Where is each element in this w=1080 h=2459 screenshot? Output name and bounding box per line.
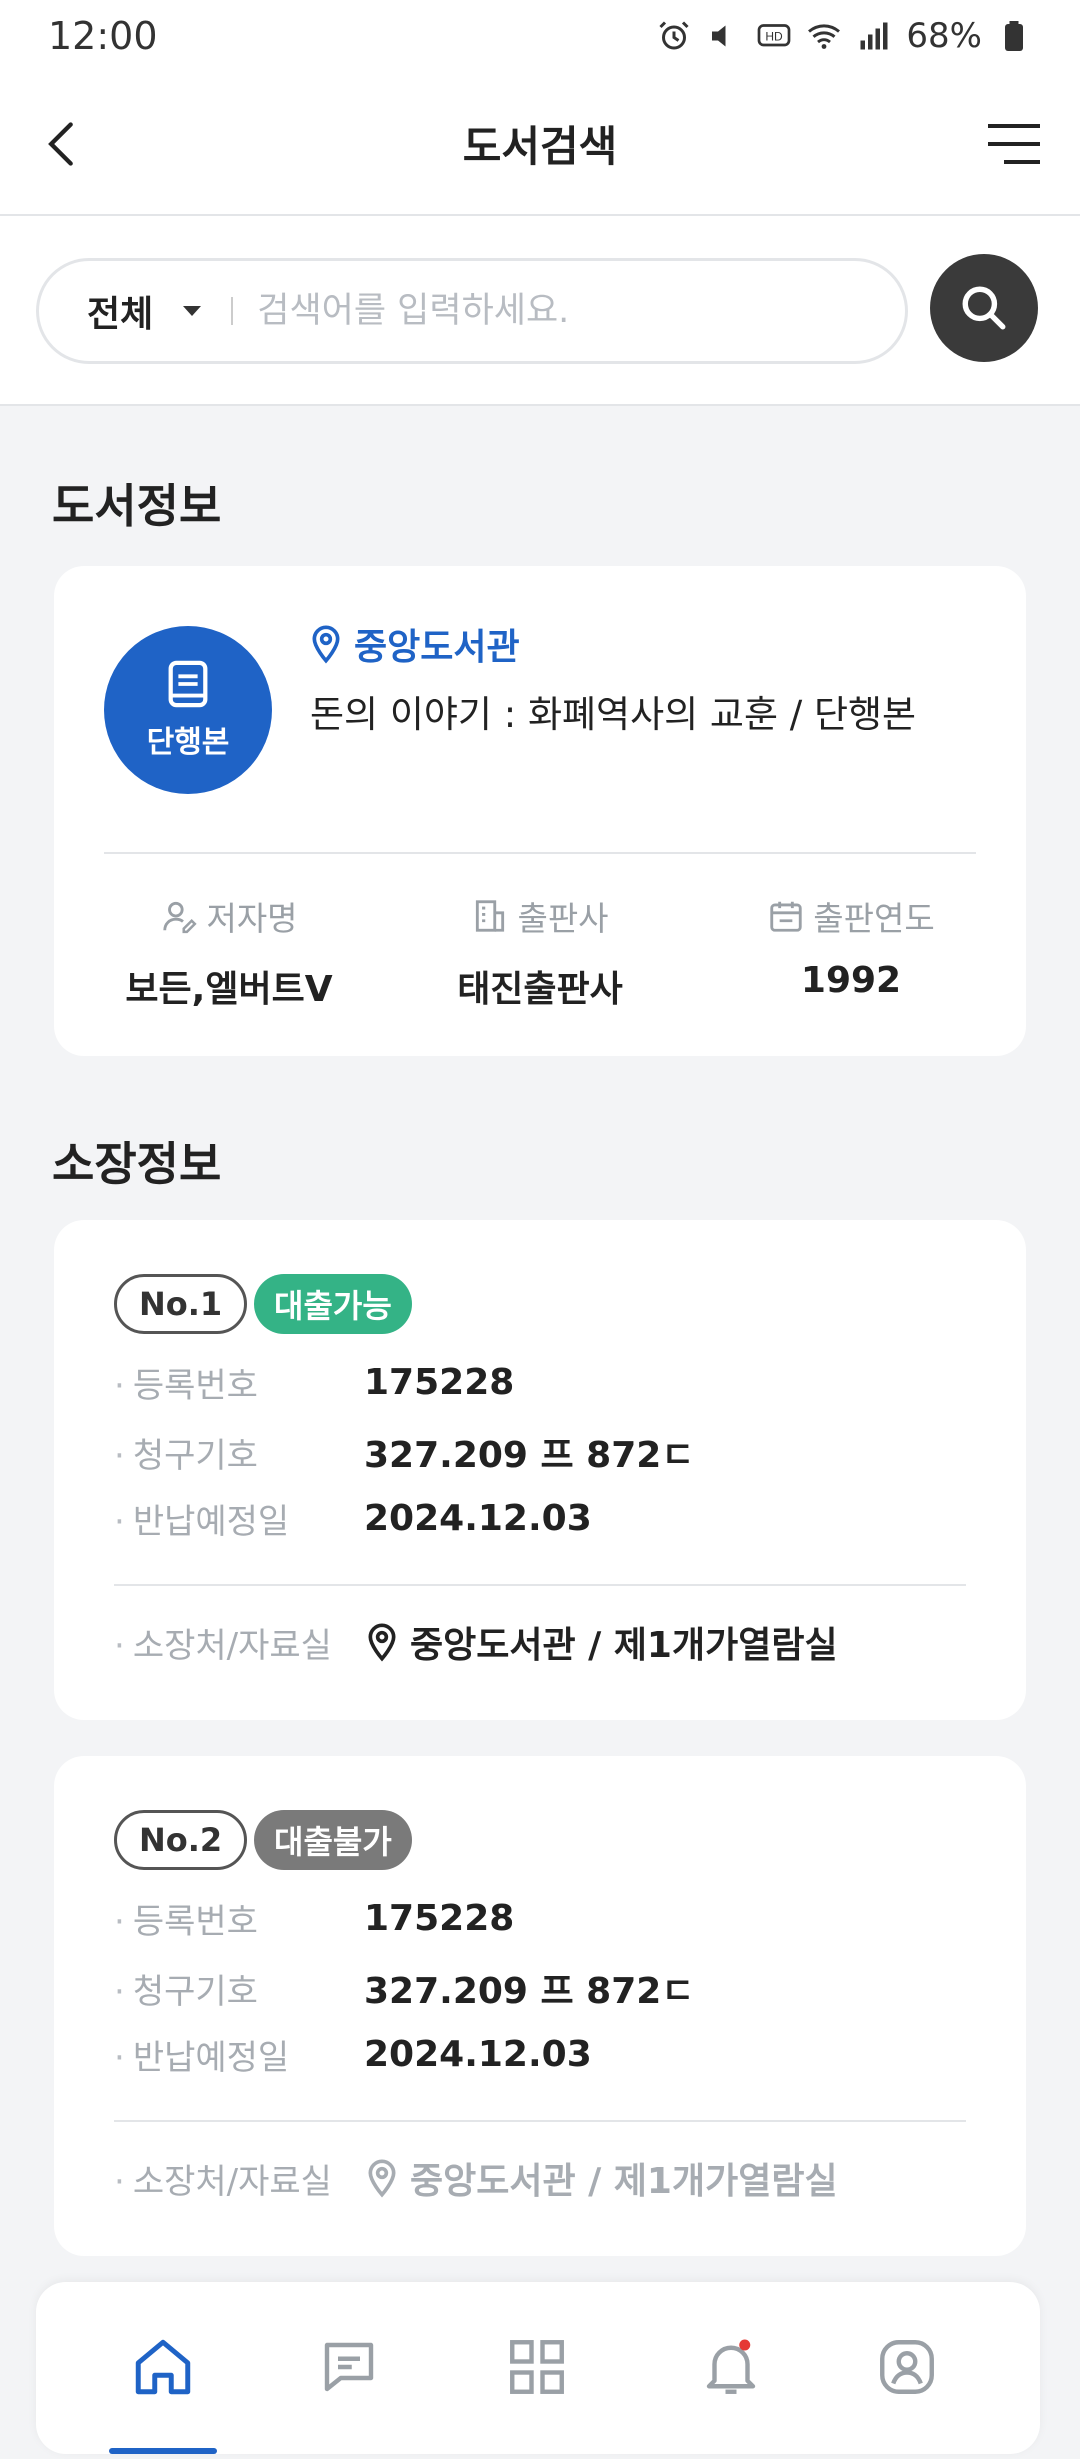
mute-icon [712, 25, 726, 47]
wifi-icon [808, 24, 841, 49]
battery-percent: 68% [906, 16, 982, 56]
location-row: 소장처/자료실 중앙도서관 / 제1개가열람실 [114, 1616, 838, 1668]
library-label: 중앙도서관 [354, 627, 520, 668]
holding-card-1: No.1 대출가능 등록번호 175228 청구기호 327.209 프 872… [54, 1220, 1026, 1720]
nav-notifications[interactable] [686, 2322, 776, 2412]
due-date-value: 2024.12.03 [364, 1498, 592, 1539]
loan-status-badge: 대출가능 [254, 1274, 412, 1334]
search-area: 전체 [0, 216, 1080, 406]
status-icons: HD 68% [656, 16, 1032, 56]
library-name: 중앙도서관 [308, 618, 520, 670]
search-divider [231, 297, 234, 325]
call-number-value: 327.209 프 872ㄷ [364, 1971, 695, 2012]
holding-number: No.1 [114, 1274, 248, 1334]
scope-select-value: 전체 [87, 294, 154, 335]
scope-select[interactable]: 전체 [87, 285, 202, 337]
battery-icon [1005, 21, 1023, 51]
due-date-value: 2024.12.03 [364, 2034, 592, 2075]
location-value: 중앙도서관 / 제1개가열람실 [364, 1616, 838, 1668]
location-label: 소장처/자료실 [114, 1618, 364, 1667]
page-title: 도서검색 [462, 121, 618, 171]
reg-number-row: 등록번호 175228 [114, 1358, 514, 1407]
author-label-row: 저자명 [84, 892, 374, 940]
due-date-row: 반납예정일 2024.12.03 [114, 2030, 592, 2079]
reg-number-value: 175228 [364, 1898, 515, 1939]
person-icon [163, 901, 198, 934]
publisher-field: 출판사 태진출판사 [395, 892, 685, 1012]
due-date-row: 반납예정일 2024.12.03 [114, 1494, 592, 1543]
back-button[interactable] [36, 118, 88, 170]
location-pin-icon [312, 625, 340, 664]
loan-status-badge: 대출불가 [254, 1810, 412, 1870]
book-info-card: 단행본 중앙도서관 돈의 이야기 : 화폐역사의 교훈 / 단행본 저자명 보든… [54, 566, 1026, 1056]
year-field: 출판연도 1992 [706, 892, 996, 1001]
publisher-label: 출판사 [517, 899, 609, 938]
search-input[interactable] [257, 291, 905, 331]
menu-button[interactable] [984, 120, 1044, 168]
call-number-row: 청구기호 327.209 프 872ㄷ [114, 1426, 695, 1478]
reg-number-label: 등록번호 [114, 1358, 364, 1407]
location-pin-icon [368, 2159, 396, 2198]
holding-card-2: No.2 대출불가 등록번호 175228 청구기호 327.209 프 872… [54, 1756, 1026, 2256]
nav-menu-grid[interactable] [492, 2322, 582, 2412]
search-button[interactable] [930, 254, 1038, 362]
author-value: 보든,엘버트V [125, 969, 333, 1010]
location-label: 소장처/자료실 [114, 2154, 364, 2203]
call-number-label: 청구기호 [114, 1964, 364, 2013]
card-divider [104, 852, 976, 854]
search-icon [962, 286, 1006, 330]
caret-down-icon [183, 306, 202, 316]
search-box: 전체 [36, 258, 908, 364]
book-type-label: 단행본 [146, 725, 230, 760]
call-number-label: 청구기호 [114, 1428, 364, 1477]
year-label: 출판연도 [813, 899, 935, 938]
nav-chat[interactable] [304, 2322, 394, 2412]
svg-text:HD: HD [766, 30, 784, 44]
reg-number-row: 등록번호 175228 [114, 1894, 514, 1943]
book-icon [168, 660, 208, 708]
year-value: 1992 [800, 960, 902, 1001]
nav-profile[interactable] [862, 2322, 952, 2412]
reg-number-value: 175228 [364, 1362, 515, 1403]
home-icon [135, 2339, 191, 2395]
call-number-row: 청구기호 327.209 프 872ㄷ [114, 1962, 695, 2014]
book-info-title: 도서정보 [52, 479, 222, 533]
publisher-label-row: 출판사 [395, 892, 685, 940]
year-label-row: 출판연도 [706, 892, 996, 940]
author-label: 저자명 [206, 899, 298, 938]
hd-icon: HD [758, 24, 791, 47]
location-text: 중앙도서관 / 제1개가열람실 [410, 2161, 838, 2202]
app-header: 도서검색 [0, 72, 1080, 216]
reg-number-label: 등록번호 [114, 1894, 364, 1943]
due-date-label: 반납예정일 [114, 1494, 364, 1543]
status-time: 12:00 [48, 14, 158, 58]
location-row: 소장처/자료실 중앙도서관 / 제1개가열람실 [114, 2152, 838, 2204]
holding-info-title: 소장정보 [52, 1137, 222, 1191]
nav-home[interactable] [118, 2322, 208, 2412]
alarm-icon [659, 21, 689, 50]
building-icon [476, 900, 505, 932]
grid-icon [510, 2340, 564, 2394]
profile-icon [880, 2340, 934, 2394]
card-divider [114, 1584, 966, 1586]
chat-icon [324, 2342, 374, 2392]
calendar-icon [770, 901, 802, 932]
author-field: 저자명 보든,엘버트V [84, 892, 374, 1012]
location-value: 중앙도서관 / 제1개가열람실 [364, 2152, 838, 2204]
status-bar: 12:00 HD 68% [0, 0, 1080, 72]
bottom-nav [36, 2282, 1040, 2454]
book-type-badge: 단행본 [104, 626, 272, 794]
bell-icon [706, 2339, 756, 2394]
signal-icon [860, 22, 888, 50]
call-number-value: 327.209 프 872ㄷ [364, 1435, 695, 1476]
location-text: 중앙도서관 / 제1개가열람실 [410, 1625, 838, 1666]
holding-number: No.2 [114, 1810, 248, 1870]
location-pin-icon [368, 1623, 396, 1662]
card-divider [114, 2120, 966, 2122]
due-date-label: 반납예정일 [114, 2030, 364, 2079]
book-title: 돈의 이야기 : 화폐역사의 교훈 / 단행본 [310, 693, 917, 736]
publisher-value: 태진출판사 [457, 969, 623, 1010]
nav-active-indicator [109, 2448, 217, 2454]
